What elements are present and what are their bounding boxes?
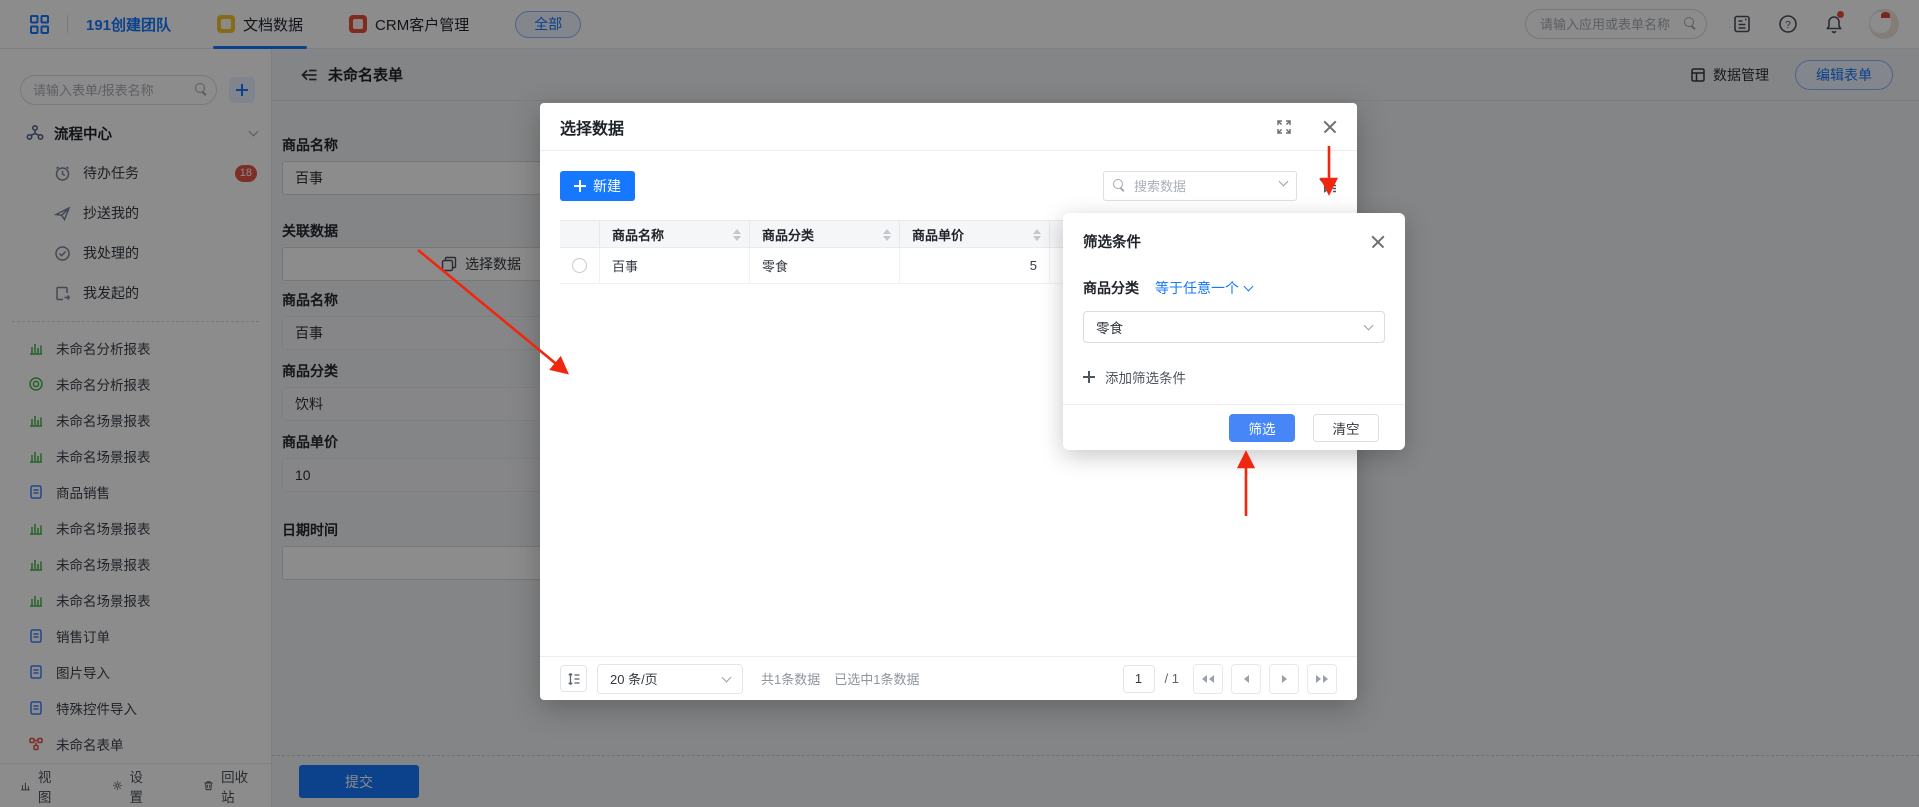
page-total-label: / 1 (1165, 671, 1179, 686)
chevron-down-icon (1364, 321, 1374, 331)
apply-filter-button[interactable]: 筛选 (1229, 414, 1295, 442)
close-icon[interactable] (1371, 235, 1385, 249)
total-count: 共1条数据 (761, 669, 820, 688)
selected-count: 已选中1条数据 (834, 669, 919, 688)
plus-icon (1083, 371, 1095, 383)
condition-operator-select[interactable]: 等于任意一个 (1155, 278, 1252, 298)
column-label: 商品单价 (912, 225, 964, 244)
radio-header-cell (560, 221, 600, 247)
last-page-button[interactable] (1307, 664, 1337, 694)
popover-footer: 筛选 清空 (1063, 404, 1405, 450)
prev-page-button[interactable] (1231, 664, 1261, 694)
modal-search-input[interactable] (1103, 171, 1297, 201)
page-size-select[interactable]: 20 条/页 (597, 664, 743, 694)
cell-product-price: 5 (900, 248, 1050, 283)
cell-product-category: 零食 (750, 248, 900, 283)
close-icon[interactable] (1323, 120, 1337, 134)
clear-filter-button[interactable]: 清空 (1313, 414, 1379, 442)
plus-icon (574, 180, 586, 192)
modal-search (1103, 171, 1297, 201)
row-height-icon[interactable] (560, 665, 587, 692)
modal-title: 选择数据 (560, 115, 624, 139)
new-record-label: 新建 (593, 176, 621, 196)
add-condition-label: 添加筛选条件 (1105, 367, 1186, 387)
new-record-button[interactable]: 新建 (560, 171, 635, 201)
sort-icon[interactable] (733, 229, 741, 241)
app-screen: 191创建团队 文档数据 CRM客户管理 全部 (0, 0, 1919, 807)
popover-header: 筛选条件 (1083, 231, 1385, 252)
modal-header-icons (1275, 118, 1337, 136)
modal-header: 选择数据 (540, 103, 1357, 151)
column-header[interactable]: 商品分类 (750, 221, 900, 247)
search-icon (1112, 178, 1126, 192)
first-page-button[interactable] (1193, 664, 1223, 694)
condition-field-label: 商品分类 (1083, 278, 1139, 298)
column-label: 商品名称 (612, 225, 664, 244)
filter-icon[interactable] (1319, 177, 1337, 195)
column-label: 商品分类 (762, 225, 814, 244)
cell-product-name: 百事 (600, 248, 750, 283)
row-radio[interactable] (572, 258, 587, 273)
filter-condition-row: 商品分类 等于任意一个 (1083, 278, 1385, 298)
chevron-down-icon (1244, 282, 1254, 292)
expand-icon[interactable] (1275, 118, 1293, 136)
toolbar-right (1103, 171, 1337, 201)
sort-icon[interactable] (883, 229, 891, 241)
column-header[interactable]: 商品名称 (600, 221, 750, 247)
next-page-button[interactable] (1269, 664, 1299, 694)
page-size-value: 20 条/页 (610, 669, 658, 688)
add-condition-button[interactable]: 添加筛选条件 (1083, 367, 1385, 387)
row-radio-cell (560, 248, 600, 283)
modal-pagination: 20 条/页 共1条数据 已选中1条数据 / 1 (540, 656, 1357, 700)
page-number-input[interactable] (1123, 665, 1155, 693)
operator-label: 等于任意一个 (1155, 278, 1239, 298)
condition-value-select[interactable]: 零食 (1083, 311, 1385, 343)
condition-value: 零食 (1096, 317, 1123, 337)
chevron-down-icon (722, 672, 732, 682)
popover-title: 筛选条件 (1083, 231, 1141, 252)
modal-toolbar: 新建 (560, 171, 1337, 201)
pagination-controls: / 1 (1123, 664, 1337, 694)
column-header[interactable]: 商品单价 (900, 221, 1050, 247)
sort-icon[interactable] (1033, 229, 1041, 241)
pagination-info: 共1条数据 已选中1条数据 (761, 669, 919, 688)
filter-popover: 筛选条件 商品分类 等于任意一个 零食 添加筛选条件 筛选 清空 (1063, 213, 1405, 450)
